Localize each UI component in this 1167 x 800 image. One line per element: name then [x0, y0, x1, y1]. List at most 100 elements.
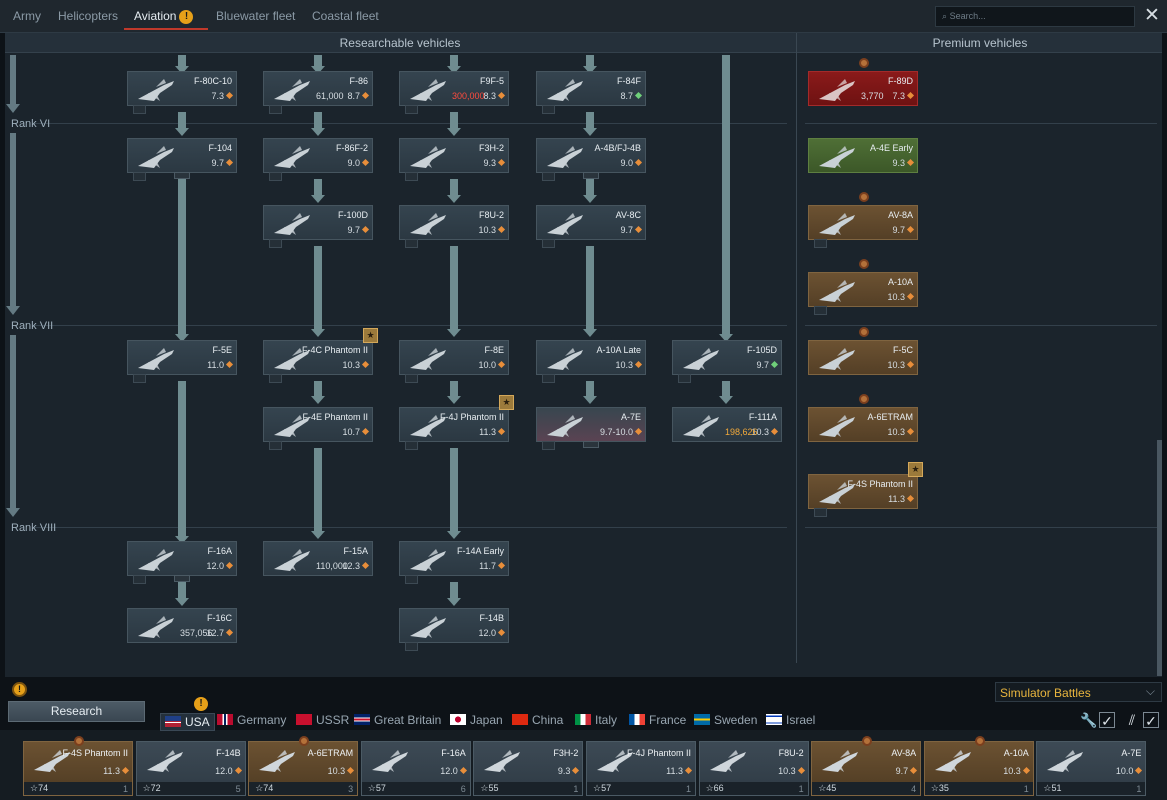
rank-diamond-icon: [497, 360, 506, 369]
vehicle-card[interactable]: A-4E Early 9.3: [808, 138, 918, 173]
nation-tab-italy[interactable]: Italy: [575, 713, 617, 727]
vehicle-card[interactable]: F-4J Phantom II 11.3 ★: [399, 395, 514, 450]
vehicle-card[interactable]: F-16A 12.0: [127, 541, 237, 584]
battle-rating-value: 10.7: [342, 427, 360, 437]
tab-army[interactable]: Army: [13, 9, 41, 23]
vehicle-card[interactable]: F-111A 10.3 198,626: [672, 407, 782, 442]
nation-tab-germany[interactable]: Germany: [217, 713, 286, 727]
crew-count: 1: [1023, 784, 1029, 794]
vehicle-tag-icon: [405, 441, 418, 450]
close-icon[interactable]: ✕: [1142, 5, 1162, 27]
vehicle-card[interactable]: F-8E 10.0: [399, 340, 509, 383]
aircraft-icon: [815, 75, 859, 105]
nation-tab-usa[interactable]: USA: [160, 713, 215, 731]
vehicle-card[interactable]: F-14B 12.0: [399, 608, 509, 651]
vehicle-card[interactable]: F-84F 8.7: [536, 71, 646, 114]
vehicle-card[interactable]: F-5E 11.0: [127, 340, 237, 383]
vehicle-card[interactable]: F-16C 12.7 357,056: [127, 608, 237, 643]
battle-rating: 10.3: [615, 360, 643, 370]
crew-slot[interactable]: F3H-2 9.3 ☆55 1: [473, 741, 584, 796]
aircraft-icon: [543, 411, 587, 441]
vehicle-name: F-84F: [616, 76, 641, 86]
search-input[interactable]: ⌕ Search...: [935, 6, 1135, 27]
vehicle-name: F-89D: [887, 76, 913, 86]
research-cost: 3,770: [861, 91, 884, 101]
folder-icon[interactable]: [174, 575, 190, 582]
vehicle-card[interactable]: F-89D 7.3 3,770: [808, 58, 918, 106]
vehicle-card[interactable]: AV-8A 9.7: [808, 192, 918, 248]
battle-rating: 10.3: [478, 225, 506, 235]
warning-icon[interactable]: !: [12, 682, 27, 697]
research-button[interactable]: Research: [8, 701, 145, 722]
vehicle-card[interactable]: F-86 8.7 61,000: [263, 71, 373, 114]
vehicle-card[interactable]: F-80C-10 7.3: [127, 71, 237, 114]
nation-tab-france[interactable]: France: [629, 713, 686, 727]
crew-level: ☆35: [930, 783, 949, 793]
nation-tab-japan[interactable]: Japan: [450, 713, 503, 727]
vehicle-card[interactable]: F-14A Early 11.7: [399, 541, 509, 584]
vehicle-name: F-80C-10: [193, 76, 232, 86]
vehicle-card[interactable]: F-15A 12.3 110,000: [263, 541, 373, 576]
vehicle-card[interactable]: A-4B/FJ-4B 9.0: [536, 138, 646, 181]
vehicle-card[interactable]: A-7E 9.7-10.0: [536, 407, 646, 450]
slot-vehicle-name: A-6ETRAM: [307, 748, 354, 758]
battle-rating: 10.0: [478, 360, 506, 370]
tree-connector: [314, 448, 322, 532]
crew-slot[interactable]: AV-8A 9.7 ☆45 4: [811, 736, 922, 796]
vehicle-card[interactable]: F-4C Phantom II 10.3 ★: [263, 328, 378, 383]
folder-icon[interactable]: [583, 441, 599, 448]
vehicle-card[interactable]: F-5C 10.3: [808, 327, 918, 375]
crew-level-value: 35: [938, 783, 949, 793]
crew-slot[interactable]: F8U-2 10.3 ☆66 1: [698, 741, 809, 796]
checkbox-icon[interactable]: ✓: [1143, 712, 1159, 729]
tab-bluewater-fleet[interactable]: Bluewater fleet: [216, 9, 295, 23]
rank-label: Rank VI: [11, 118, 51, 130]
scrollbar[interactable]: [1157, 440, 1162, 676]
nation-tab-great-britain[interactable]: Great Britain: [354, 713, 441, 727]
squadron-shield-icon: ★: [499, 395, 514, 410]
vehicle-tag-icon: [133, 575, 146, 584]
nation-tab-ussr[interactable]: USSR: [296, 713, 349, 727]
vehicle-card[interactable]: F-4S Phantom II 11.3 ★: [808, 462, 923, 517]
vehicle-card[interactable]: A-10A 10.3: [808, 259, 918, 315]
wrench-icon[interactable]: 🔧: [1080, 712, 1097, 728]
tab-aviation[interactable]: Aviation!: [134, 9, 194, 24]
vehicle-name: F-4C Phantom II: [301, 345, 368, 355]
connector-arrow: [447, 195, 461, 203]
crew-slot[interactable]: F-14B 12.0 ☆72 5: [135, 741, 246, 796]
battle-rating-value: 12.0: [206, 561, 224, 571]
crew-slot[interactable]: F-16A 12.0 ☆57 6: [360, 741, 471, 796]
folder-icon[interactable]: [174, 172, 190, 179]
battle-rating: 11.3: [888, 494, 915, 504]
premium-badge-icon: [859, 58, 869, 68]
checkbox-icon[interactable]: ✓: [1099, 712, 1115, 729]
rank-diamond-icon: [497, 91, 506, 100]
aircraft-icon: [134, 545, 178, 575]
crew-slot[interactable]: A-7E 10.0 ☆51 1: [1036, 741, 1147, 796]
nation-tab-israel[interactable]: Israel: [766, 713, 815, 727]
crew-slot[interactable]: F-4S Phantom II 11.3 ☆74 1: [23, 736, 133, 796]
vehicle-card[interactable]: A-10A Late 10.3: [536, 340, 646, 383]
vehicle-card[interactable]: F-105D 9.7: [672, 340, 782, 383]
nation-tab-china[interactable]: China: [512, 713, 563, 727]
tab-coastal-fleet[interactable]: Coastal fleet: [312, 9, 379, 23]
vehicle-card[interactable]: F9F-5 8.3 300,000: [399, 71, 509, 114]
filter-icon[interactable]: ⫽: [1124, 712, 1140, 728]
crew-slot[interactable]: A-6ETRAM 10.3 ☆74 3: [248, 736, 359, 796]
vehicle-card[interactable]: F-4E Phantom II 10.7: [263, 407, 373, 450]
vehicle-tag-icon: [542, 239, 555, 248]
crew-slot[interactable]: A-10A 10.3 ☆35 1: [923, 736, 1034, 796]
vehicle-card[interactable]: AV-8C 9.7: [536, 205, 646, 248]
vehicle-card[interactable]: F-86F-2 9.0: [263, 138, 373, 181]
crew-slot[interactable]: F-4J Phantom II 11.3 ☆57 1: [586, 741, 696, 796]
battle-rating-value: 9.7: [756, 360, 769, 370]
vehicle-card[interactable]: F-100D 9.7: [263, 205, 373, 248]
vehicle-card[interactable]: F-104 9.7: [127, 138, 237, 181]
folder-icon[interactable]: [583, 172, 599, 179]
tab-helicopters[interactable]: Helicopters: [58, 9, 118, 23]
nation-tab-sweden[interactable]: Sweden: [694, 713, 757, 727]
game-mode-select[interactable]: Simulator Battles ⌵: [995, 682, 1162, 702]
vehicle-card[interactable]: F8U-2 10.3: [399, 205, 509, 248]
vehicle-card[interactable]: F3H-2 9.3: [399, 138, 509, 181]
vehicle-card[interactable]: A-6ETRAM 10.3: [808, 394, 918, 442]
